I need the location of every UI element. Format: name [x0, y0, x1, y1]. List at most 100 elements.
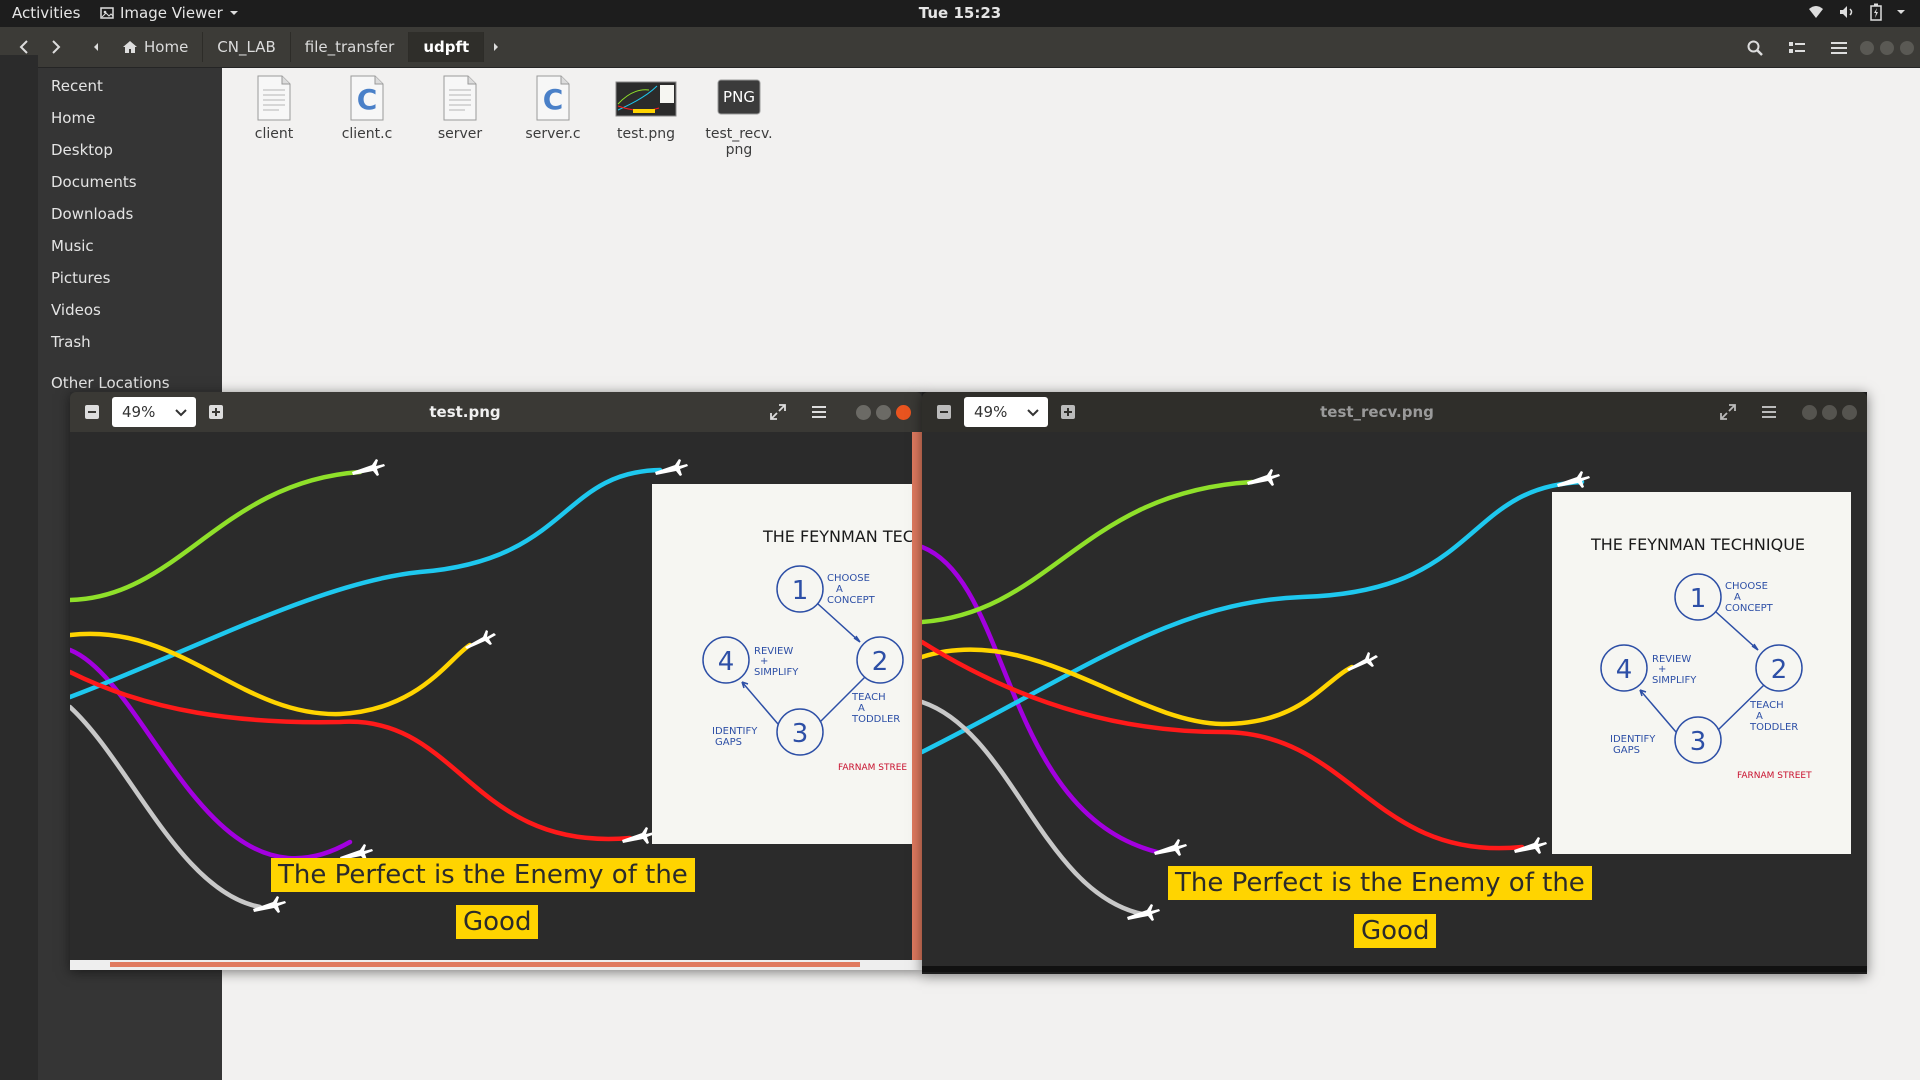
app-menu[interactable]: Image Viewer: [100, 4, 239, 22]
dock: [0, 55, 38, 1080]
file-item-server[interactable]: server: [414, 74, 506, 142]
sidebar-item-label: Pictures: [51, 269, 111, 287]
hamburger-icon: [1831, 41, 1847, 54]
maximize-button[interactable]: [1880, 40, 1894, 55]
file-item-test-recv-png[interactable]: PNG test_recv. png: [693, 74, 785, 158]
search-button[interactable]: [1734, 27, 1776, 68]
breadcrumb-file-transfer[interactable]: file_transfer: [291, 32, 410, 62]
png-badge: PNG: [723, 88, 755, 106]
step-3-label: 3: [1690, 727, 1707, 757]
file-name: server.c: [525, 126, 581, 142]
menu-button[interactable]: [1818, 27, 1860, 68]
step-3-label: 3: [792, 719, 809, 749]
breadcrumb-label: udpft: [423, 38, 470, 56]
view-toggle-button[interactable]: [1776, 27, 1818, 68]
svg-text:CONCEPT: CONCEPT: [1725, 603, 1774, 614]
breadcrumb-cn-lab[interactable]: CN_LAB: [203, 32, 291, 62]
grey-flight-path: [67, 704, 263, 910]
airplane-icons: [253, 459, 688, 913]
fullscreen-button[interactable]: [767, 401, 789, 423]
volume-icon: [1840, 6, 1853, 18]
step-4-label: 4: [1616, 655, 1633, 685]
breadcrumb-left-button[interactable]: [84, 32, 108, 62]
sidebar-item-label: Home: [51, 109, 96, 127]
breadcrumb-udpft[interactable]: udpft: [409, 32, 485, 62]
home-icon: [123, 41, 137, 53]
sidebar-item-label: Other Locations: [51, 374, 170, 392]
caret-down-icon: [1897, 10, 1905, 14]
airplane-icons: [1127, 469, 1590, 921]
c-source-file-icon: C: [344, 74, 390, 122]
image-canvas[interactable]: 1 2 3 4 CHOOSE A CONCEPT TEACH A TODDLER…: [919, 432, 1867, 972]
green-flight-path: [67, 469, 363, 603]
fullscreen-button[interactable]: [1717, 401, 1739, 423]
file-item-client[interactable]: client: [228, 74, 320, 142]
search-icon: [1747, 40, 1763, 56]
card-title: THE FEYNMAN TECHNIQUE: [762, 527, 922, 546]
close-button[interactable]: [1842, 405, 1857, 420]
sidebar-item-label: Downloads: [51, 205, 134, 223]
airplane-icon: [622, 827, 655, 844]
file-item-server-c[interactable]: C server.c: [507, 74, 599, 142]
file-name: server: [437, 126, 483, 142]
breadcrumb: Home CN_LAB file_transfer udpft: [84, 32, 508, 62]
maximize-button[interactable]: [1822, 405, 1837, 420]
yellow-flight-path: [919, 647, 1355, 727]
svg-text:TODDLER: TODDLER: [851, 714, 900, 725]
viewer-menu-button[interactable]: [1758, 401, 1780, 423]
viewer-menu-button[interactable]: [808, 401, 830, 423]
window-bottom-edge: [922, 966, 1867, 972]
maximize-button[interactable]: [876, 405, 891, 420]
clock[interactable]: Tue 15:23: [0, 4, 1920, 22]
file-name: client.c: [341, 126, 393, 142]
step-1-label: 1: [792, 576, 809, 606]
svg-text:C: C: [543, 83, 564, 116]
sidebar-item-label: Desktop: [51, 141, 113, 159]
svg-text:TEACH: TEACH: [1749, 700, 1784, 711]
image-canvas[interactable]: 1 2 3 4 CHOOSE A CONCEPT TEACH A TODDLER…: [67, 432, 977, 970]
step-2-label: 2: [1771, 655, 1788, 685]
file-item-test-png[interactable]: test.png: [600, 74, 692, 142]
forward-button[interactable]: [42, 33, 70, 61]
breadcrumb-label: CN_LAB: [217, 38, 276, 56]
close-button[interactable]: [1900, 40, 1914, 55]
card-credit: FARNAM STREE: [838, 763, 907, 773]
minimize-button[interactable]: [856, 405, 871, 420]
airplane-icon: [352, 459, 385, 476]
zoom-out-button[interactable]: [936, 404, 952, 420]
minimize-button[interactable]: [1860, 40, 1874, 55]
airplane-icon: [1557, 471, 1590, 488]
system-tray[interactable]: [1808, 3, 1906, 21]
cyan-flight-path: [67, 467, 663, 700]
vertical-scrollbar: [912, 432, 922, 960]
file-name: test_recv. png: [705, 126, 773, 158]
airplane-icon: [1154, 839, 1187, 856]
svg-text:A: A: [836, 584, 843, 595]
breadcrumb-right-button[interactable]: [484, 32, 508, 62]
quote-line-2: Good: [1354, 914, 1437, 948]
svg-text:GAPS: GAPS: [1613, 745, 1640, 756]
activities-button[interactable]: Activities: [12, 4, 80, 22]
fullscreen-icon: [1720, 404, 1736, 420]
quote-line-2: Good: [456, 905, 539, 939]
zoom-in-button[interactable]: [1060, 404, 1076, 420]
red-flight-path: [919, 639, 1525, 851]
chevron-right-icon: [52, 40, 61, 54]
zoom-out-button[interactable]: [84, 404, 100, 420]
minimize-button[interactable]: [1802, 405, 1817, 420]
png-file-icon: PNG: [716, 74, 762, 122]
generic-file-icon: [437, 74, 483, 122]
zoom-level-combo[interactable]: 49%: [964, 397, 1048, 427]
close-button[interactable]: [896, 405, 911, 420]
airplane-icon: [465, 630, 496, 649]
svg-text:A: A: [1734, 592, 1741, 603]
zoom-in-button[interactable]: [208, 404, 224, 420]
zoom-level-combo[interactable]: 49%: [112, 397, 196, 427]
file-item-client-c[interactable]: C client.c: [321, 74, 413, 142]
breadcrumb-home[interactable]: Home: [108, 32, 204, 62]
card-title: THE FEYNMAN TECHNIQUE: [1590, 535, 1805, 554]
chevron-down-icon: [175, 409, 187, 417]
svg-text:CHOOSE: CHOOSE: [827, 573, 870, 584]
battery-icon: [1870, 3, 1882, 21]
top-bar: Activities Image Viewer Tue 15:23: [0, 0, 1920, 27]
